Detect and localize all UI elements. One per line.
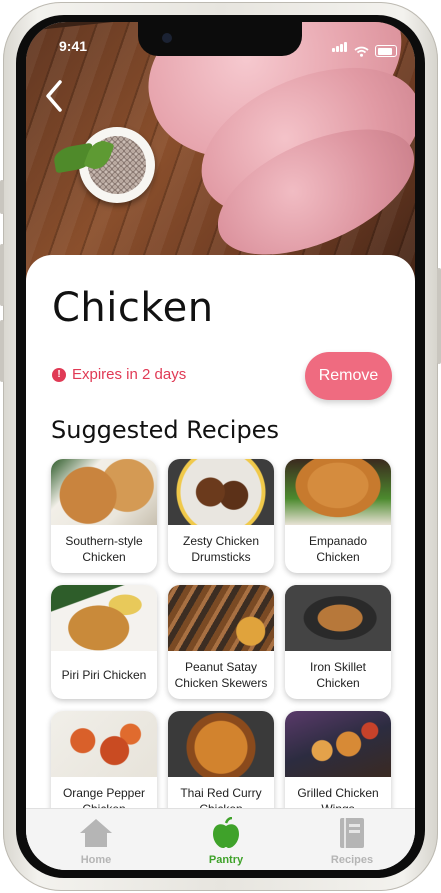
apple-icon [213, 816, 239, 848]
recipe-image [51, 585, 157, 651]
recipe-label: Peanut Satay Chicken Skewers [174, 660, 268, 690]
volume-up-button [0, 244, 4, 306]
wifi-icon [354, 46, 369, 57]
recipe-image [168, 711, 274, 777]
chevron-left-icon [46, 80, 62, 112]
recipe-card[interactable]: Southern-style Chicken [51, 459, 157, 573]
recipe-card[interactable]: Iron Skillet Chicken [285, 585, 391, 699]
alert-circle-icon: ! [52, 367, 66, 382]
hero-image-chicken [26, 22, 415, 292]
status-icons [332, 39, 397, 57]
recipe-book-icon [340, 818, 364, 848]
recipe-image [285, 711, 391, 777]
home-icon [80, 819, 112, 847]
remove-button[interactable]: Remove [305, 352, 392, 400]
recipe-image [168, 585, 274, 651]
tab-bar: Home Pantry Recipes [26, 808, 415, 870]
recipe-card[interactable]: Piri Piri Chicken [51, 585, 157, 699]
recipe-label: Southern-style Chicken [65, 534, 143, 564]
recipe-image [168, 459, 274, 525]
battery-icon [375, 45, 397, 57]
back-button[interactable] [42, 78, 70, 114]
recipe-image [51, 459, 157, 525]
recipe-image [285, 459, 391, 525]
volume-down-button [0, 320, 4, 382]
power-button [437, 268, 441, 364]
side-button [0, 180, 4, 214]
item-detail-sheet: Chicken ! Expires in 2 days Remove Sugge… [26, 255, 415, 825]
recipe-image [285, 585, 391, 651]
recipe-label: Piri Piri Chicken [61, 668, 147, 682]
tab-label: Home [80, 854, 112, 866]
expiry-text: Expires in 2 days [72, 366, 187, 383]
tab-label: Pantry [208, 854, 244, 866]
tab-pantry[interactable]: Pantry [181, 816, 271, 866]
recipe-image [51, 711, 157, 777]
recipe-label: Zesty Chicken Drumsticks [182, 534, 260, 564]
camera [162, 33, 172, 43]
recipe-card[interactable]: Empanado Chicken [285, 459, 391, 573]
recipe-label: Iron Skillet Chicken [309, 660, 367, 690]
expiry-notice: ! Expires in 2 days [52, 366, 186, 383]
signal-icon [332, 39, 348, 57]
status-time: 9:41 [59, 38, 88, 54]
tab-recipes[interactable]: Recipes [307, 817, 397, 866]
suggested-recipes-heading: Suggested Recipes [51, 416, 279, 444]
recipe-card[interactable]: Zesty Chicken Drumsticks [168, 459, 274, 573]
tab-label: Recipes [330, 854, 374, 866]
recipe-card[interactable]: Peanut Satay Chicken Skewers [168, 585, 274, 699]
tab-home[interactable]: Home [51, 817, 141, 866]
app-screen: 9:41 Chicken ! Expires in 2 days Remove … [26, 22, 415, 870]
recipe-label: Empanado Chicken [308, 534, 368, 564]
item-title: Chicken [52, 285, 214, 331]
